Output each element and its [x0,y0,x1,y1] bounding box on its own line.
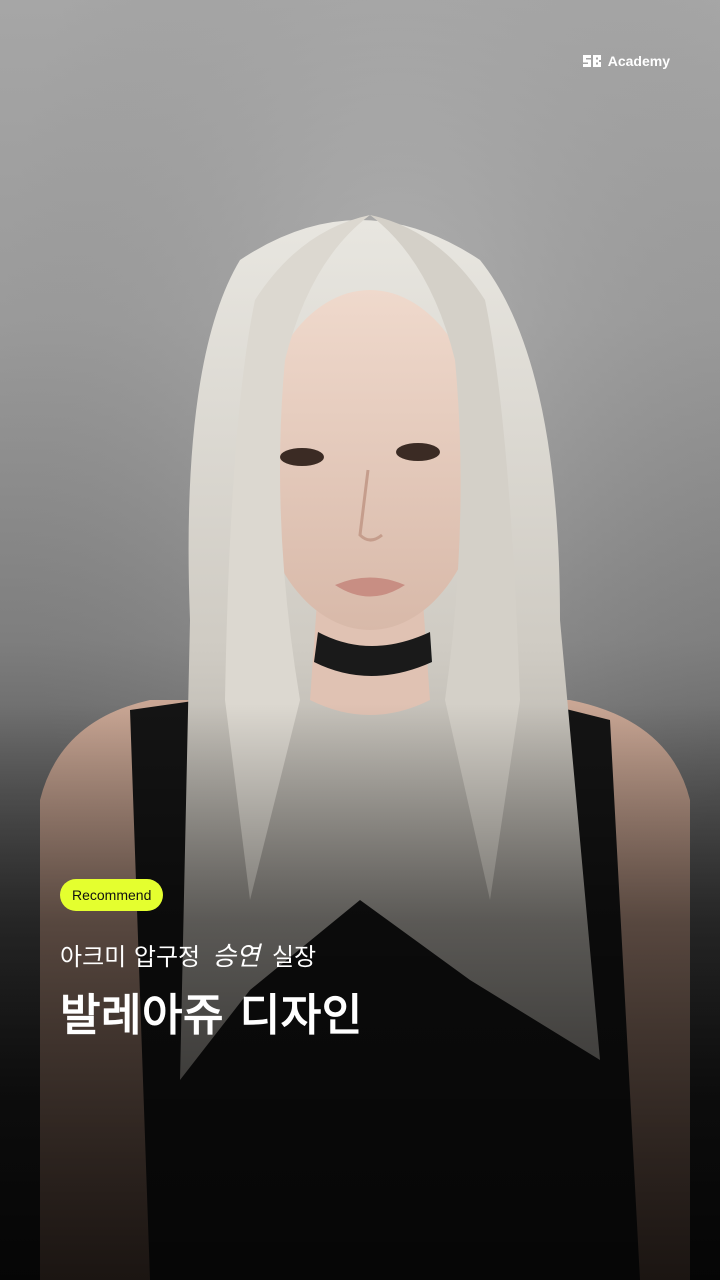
designer-role: 실장 [271,942,317,971]
brand-name: Academy [607,53,670,69]
page-title: 발레아쥬 디자인 [60,990,363,1041]
brand-logo: Academy [582,53,670,69]
recommend-badge: Recommend [60,879,164,911]
sb-logo-icon [582,55,601,67]
designer-name-script: 승연 [212,941,260,972]
bottom-shade-overlay [0,0,720,1280]
designer-subtitle: 아크미 압구정 승연 실장 [60,938,680,972]
promo-card: Academy Recommend 아크미 압구정 승연 실장 발레아쥬 디자인 [0,0,720,1280]
promo-text-block: Recommend 아크미 압구정 승연 실장 발레아쥬 디자인 [60,879,680,1044]
salon-name: 아크미 압구정 [60,942,201,971]
